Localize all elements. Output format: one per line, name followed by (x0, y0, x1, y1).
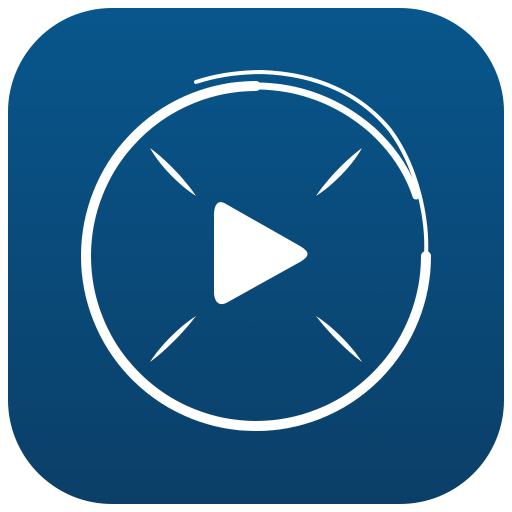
video-player-app-icon[interactable] (0, 0, 512, 512)
icon-stage (0, 0, 512, 512)
